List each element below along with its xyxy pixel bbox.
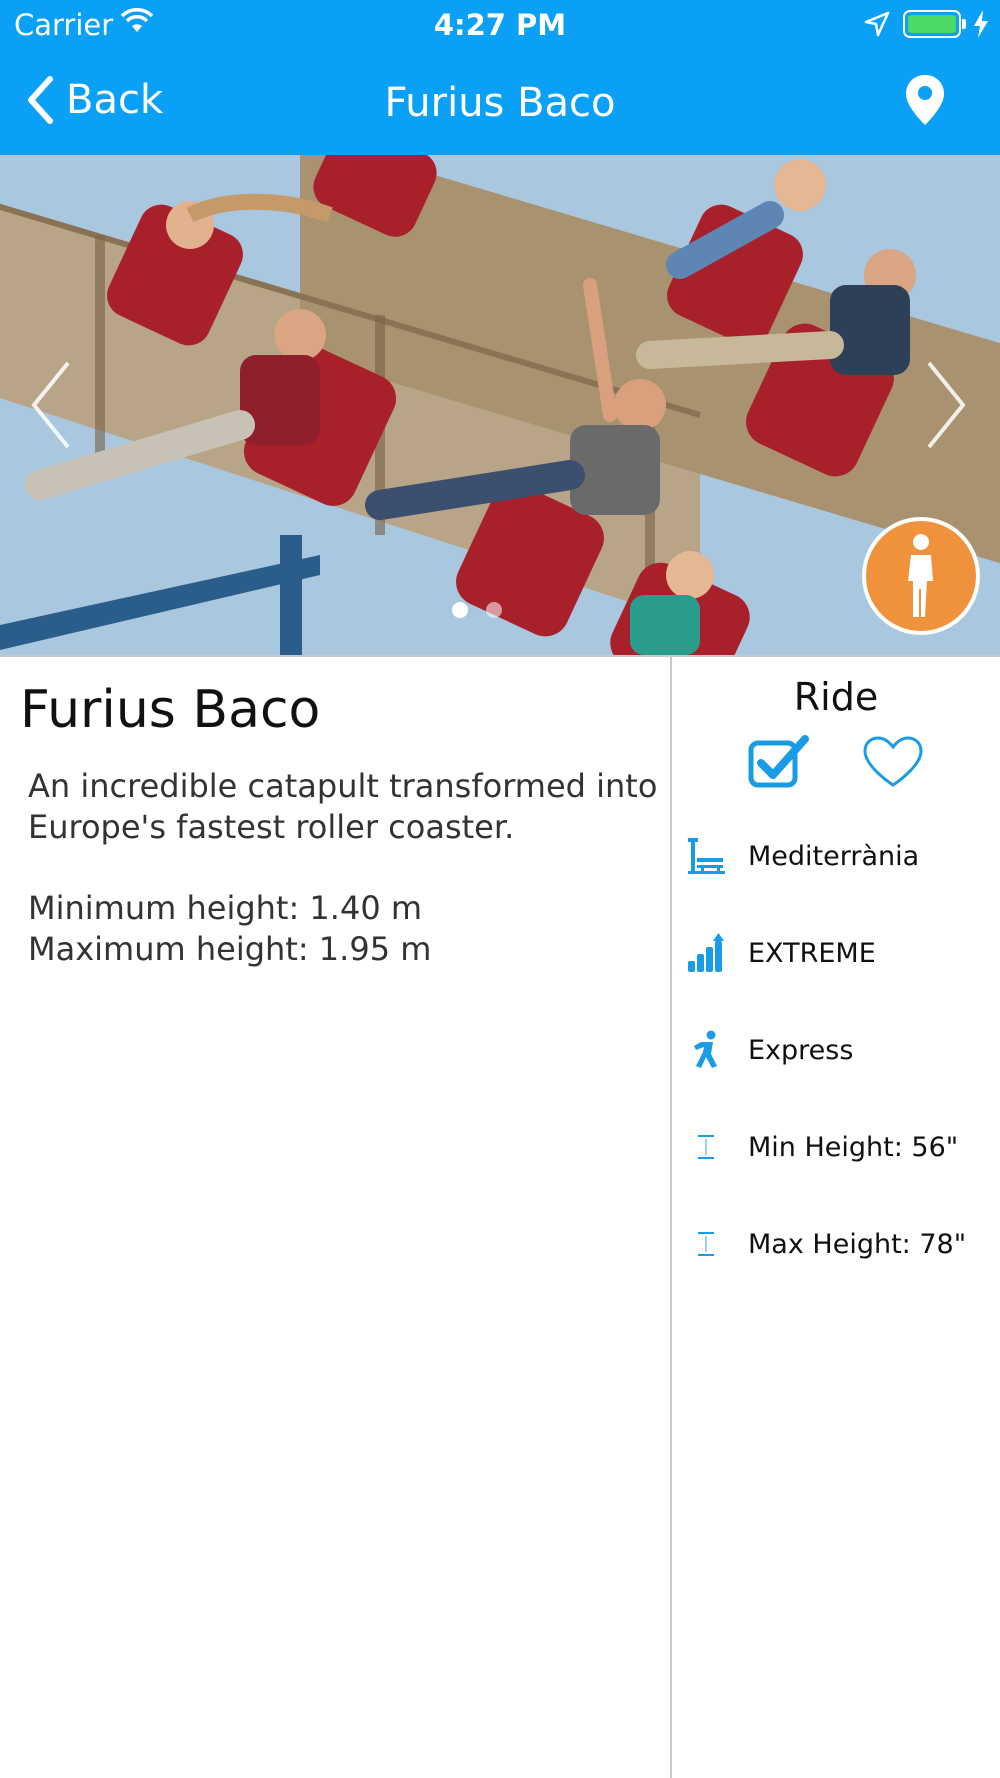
ride-title: Furius Baco: [20, 680, 321, 740]
info-text: EXTREME: [748, 937, 876, 969]
side-panel: Ride Mediterrània EXTREME Express Min He…: [672, 657, 1000, 1260]
column-divider: [670, 657, 672, 1778]
info-text: Mediterrània: [748, 840, 920, 872]
description-line: Europe's fastest roller coaster.: [28, 808, 515, 846]
walking-person-icon: [908, 534, 933, 617]
ride-details: Furius Baco An incredible catapult trans…: [20, 680, 660, 970]
info-row-max-height: Max Height: 78": [686, 1223, 966, 1265]
intensity-icon: [686, 932, 726, 974]
location-arrow-icon: [864, 11, 890, 41]
status-bar: Carrier 4:27 PM: [0, 0, 1000, 50]
express-icon: [686, 1029, 726, 1071]
next-image-arrow[interactable]: [925, 360, 967, 454]
info-row-intensity: EXTREME: [686, 932, 876, 974]
chevron-right-icon: [927, 361, 966, 449]
favorite-heart-icon[interactable]: [862, 735, 924, 793]
info-row-area: Mediterrània: [686, 835, 919, 877]
checked-checkbox-icon[interactable]: [748, 735, 810, 793]
min-height-icon: [686, 1126, 726, 1168]
back-label: Back: [66, 77, 164, 123]
previous-image-arrow[interactable]: [30, 360, 72, 454]
info-row-express: Express: [686, 1029, 853, 1071]
accessibility-walking-button[interactable]: [862, 517, 980, 635]
page-indicator[interactable]: [452, 602, 502, 618]
action-buttons: [672, 735, 1000, 793]
charging-bolt-icon: [972, 9, 990, 43]
park-area-icon: [686, 835, 726, 877]
chevron-left-icon: [28, 76, 53, 124]
battery-cap: [962, 19, 966, 29]
battery-icon: [903, 10, 961, 38]
ride-photo: [0, 155, 1000, 655]
chevron-left-icon: [31, 361, 70, 449]
max-height-text: Maximum height: 1.95 m: [28, 930, 432, 968]
info-text: Min Height: 56": [748, 1131, 959, 1163]
info-row-min-height: Min Height: 56": [686, 1126, 958, 1168]
navigation-bar: Back Furius Baco: [0, 50, 1000, 155]
ride-description: An incredible catapult transformed into …: [28, 766, 660, 970]
min-height-text: Minimum height: 1.40 m: [28, 889, 423, 927]
status-time: 4:27 PM: [433, 8, 567, 42]
info-text: Max Height: 78": [748, 1228, 967, 1260]
map-pin-icon[interactable]: [905, 74, 945, 130]
max-height-icon: [686, 1223, 726, 1265]
image-carousel[interactable]: [0, 155, 1000, 655]
description-line: An incredible catapult transformed into: [28, 767, 658, 805]
back-button[interactable]: Back: [26, 76, 163, 124]
page-dot-2[interactable]: [486, 602, 502, 618]
top-bar: Carrier 4:27 PM Back Furius Baco: [0, 0, 1000, 155]
info-text: Express: [748, 1034, 854, 1066]
page-title: Furius Baco: [384, 80, 616, 126]
attraction-type-label: Ride: [793, 675, 879, 719]
page-dot-1[interactable]: [452, 602, 468, 618]
